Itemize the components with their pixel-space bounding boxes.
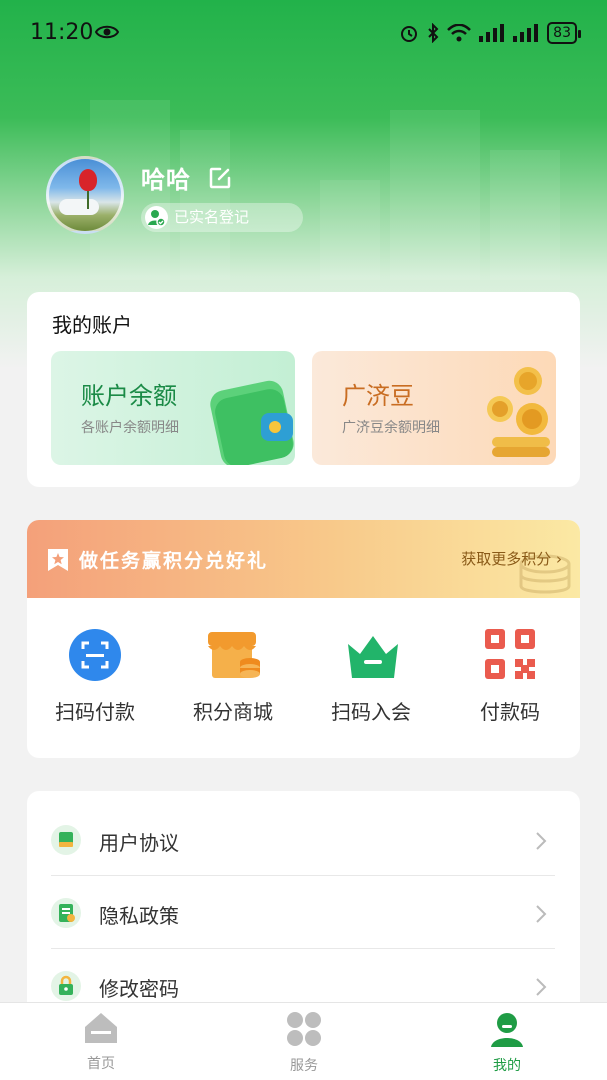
battery-indicator: 83 xyxy=(547,22,581,44)
qr-code-icon xyxy=(483,628,537,682)
services-icon xyxy=(287,1012,321,1046)
tab-home[interactable]: 首页 xyxy=(41,1011,161,1073)
verified-label: 已实名登记 xyxy=(174,208,250,226)
quick-action-label: 积分商城 xyxy=(193,700,273,724)
settings-list: 用户协议 隐私政策 修改密码 xyxy=(27,791,580,1021)
coins-icon xyxy=(487,367,550,457)
privacy-icon xyxy=(51,898,81,928)
bluetooth-icon xyxy=(428,23,439,43)
quick-action-label: 扫码付款 xyxy=(55,700,135,724)
tab-services[interactable]: 服务 xyxy=(244,1011,364,1075)
guangji-bean-tile[interactable]: 广济豆 广济豆余额明细 xyxy=(312,351,556,465)
verified-badge: 已实名登记 xyxy=(141,203,303,232)
quick-action-label: 扫码入会 xyxy=(331,700,411,724)
status-bar: 11:20 83 xyxy=(0,0,607,66)
menu-item-user-agreement[interactable]: 用户协议 xyxy=(51,803,555,876)
bottom-tab-bar: 首页 服务 我的 xyxy=(0,1002,607,1080)
quick-action-points-mall[interactable]: 积分商城 xyxy=(173,628,293,725)
tab-label: 首页 xyxy=(87,1056,115,1072)
chevron-right-icon xyxy=(536,905,547,923)
agreement-icon xyxy=(51,825,81,855)
status-time: 11:20 xyxy=(30,20,94,45)
menu-item-label: 隐私政策 xyxy=(99,904,179,928)
account-title: 我的账户 xyxy=(52,313,132,337)
quick-action-payment-code[interactable]: 付款码 xyxy=(450,628,570,725)
verified-user-icon xyxy=(145,206,168,229)
quick-action-label: 付款码 xyxy=(480,700,540,724)
coin-stack-watermark-icon xyxy=(519,554,571,594)
eye-icon xyxy=(95,25,119,39)
profile-icon xyxy=(491,1013,523,1047)
quick-action-scan-pay[interactable]: 扫码付款 xyxy=(35,628,155,725)
chevron-right-icon xyxy=(536,978,547,996)
home-icon xyxy=(85,1013,117,1043)
menu-item-label: 用户协议 xyxy=(99,831,179,855)
store-icon xyxy=(206,628,260,682)
signal-icon xyxy=(479,24,505,42)
task-banner-title: 做任务赢积分兑好礼 xyxy=(79,550,269,572)
lock-icon xyxy=(51,971,81,1001)
wallet-icon xyxy=(210,380,294,465)
account-balance-tile[interactable]: 账户余额 各账户余额明细 xyxy=(51,351,295,465)
tab-profile[interactable]: 我的 xyxy=(447,1011,567,1075)
signal-icon-2 xyxy=(513,24,539,42)
scan-icon xyxy=(68,628,122,682)
balance-subtitle: 各账户余额明细 xyxy=(81,420,179,436)
chevron-right-icon xyxy=(536,832,547,850)
tab-label: 服务 xyxy=(290,1058,318,1074)
bean-title: 广济豆 xyxy=(342,382,414,410)
bookmark-star-icon xyxy=(48,549,68,571)
alarm-icon xyxy=(401,26,418,42)
user-name: 哈哈 xyxy=(141,166,191,194)
balance-title: 账户余额 xyxy=(81,382,177,410)
account-card: 我的账户 账户余额 各账户余额明细 广济豆 广济豆余额明细 xyxy=(27,292,580,487)
quick-action-scan-join[interactable]: 扫码入会 xyxy=(311,628,431,725)
menu-item-privacy-policy[interactable]: 隐私政策 xyxy=(51,876,555,949)
menu-item-label: 修改密码 xyxy=(99,977,179,1001)
crown-icon xyxy=(344,628,398,682)
wifi-icon xyxy=(447,24,472,42)
edit-icon[interactable] xyxy=(208,166,232,190)
task-banner[interactable]: 做任务赢积分兑好礼 获取更多积分 › xyxy=(27,520,580,598)
tab-label: 我的 xyxy=(493,1058,521,1074)
quick-actions-card: 做任务赢积分兑好礼 获取更多积分 › 扫码付款 积分商城 扫码入会 付款码 xyxy=(27,520,580,758)
bean-subtitle: 广济豆余额明细 xyxy=(342,420,440,436)
avatar[interactable] xyxy=(46,156,124,234)
